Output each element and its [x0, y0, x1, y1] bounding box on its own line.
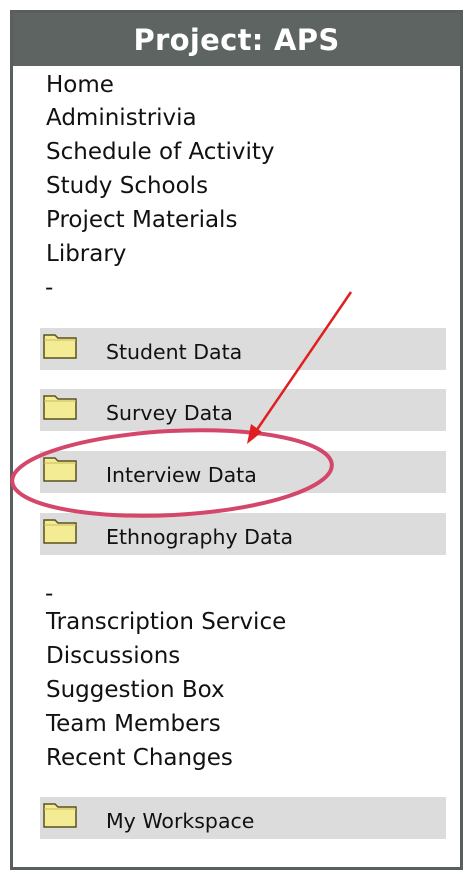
separator-bottom: - [45, 581, 54, 607]
folder-icon [43, 519, 77, 544]
folder-label: My Workspace [106, 809, 255, 833]
nav-link-home[interactable]: Home [46, 74, 114, 97]
nav-link-schedule-of-activity[interactable]: Schedule of Activity [46, 141, 275, 164]
panel-title: Project: APS [13, 13, 460, 66]
folder-survey-data[interactable]: Survey Data [40, 389, 446, 431]
nav-link-team-members[interactable]: Team Members [46, 713, 221, 736]
folder-label: Ethnography Data [106, 525, 294, 549]
folder-interview-data[interactable]: Interview Data [40, 451, 446, 493]
folder-icon [43, 457, 77, 482]
folder-student-data[interactable]: Student Data [40, 328, 446, 370]
nav-link-suggestion-box[interactable]: Suggestion Box [46, 679, 225, 702]
folder-icon [43, 395, 77, 420]
separator-top: - [45, 275, 54, 301]
nav-link-project-materials[interactable]: Project Materials [46, 209, 237, 232]
nav-link-library[interactable]: Library [46, 243, 126, 266]
folder-icon [43, 334, 77, 359]
nav-link-discussions[interactable]: Discussions [46, 645, 180, 668]
folder-my-workspace[interactable]: My Workspace [40, 797, 446, 839]
folder-label: Survey Data [106, 401, 233, 425]
project-panel: Project: APS Home Administrivia Schedule… [10, 10, 463, 870]
folder-icon [43, 803, 77, 828]
folder-label: Student Data [106, 340, 243, 364]
nav-link-transcription-service[interactable]: Transcription Service [46, 611, 286, 634]
folder-label: Interview Data [106, 463, 257, 487]
folder-ethnography-data[interactable]: Ethnography Data [40, 513, 446, 555]
nav-link-recent-changes[interactable]: Recent Changes [46, 747, 233, 770]
nav-link-administrivia[interactable]: Administrivia [46, 107, 197, 130]
nav-link-study-schools[interactable]: Study Schools [46, 175, 208, 198]
